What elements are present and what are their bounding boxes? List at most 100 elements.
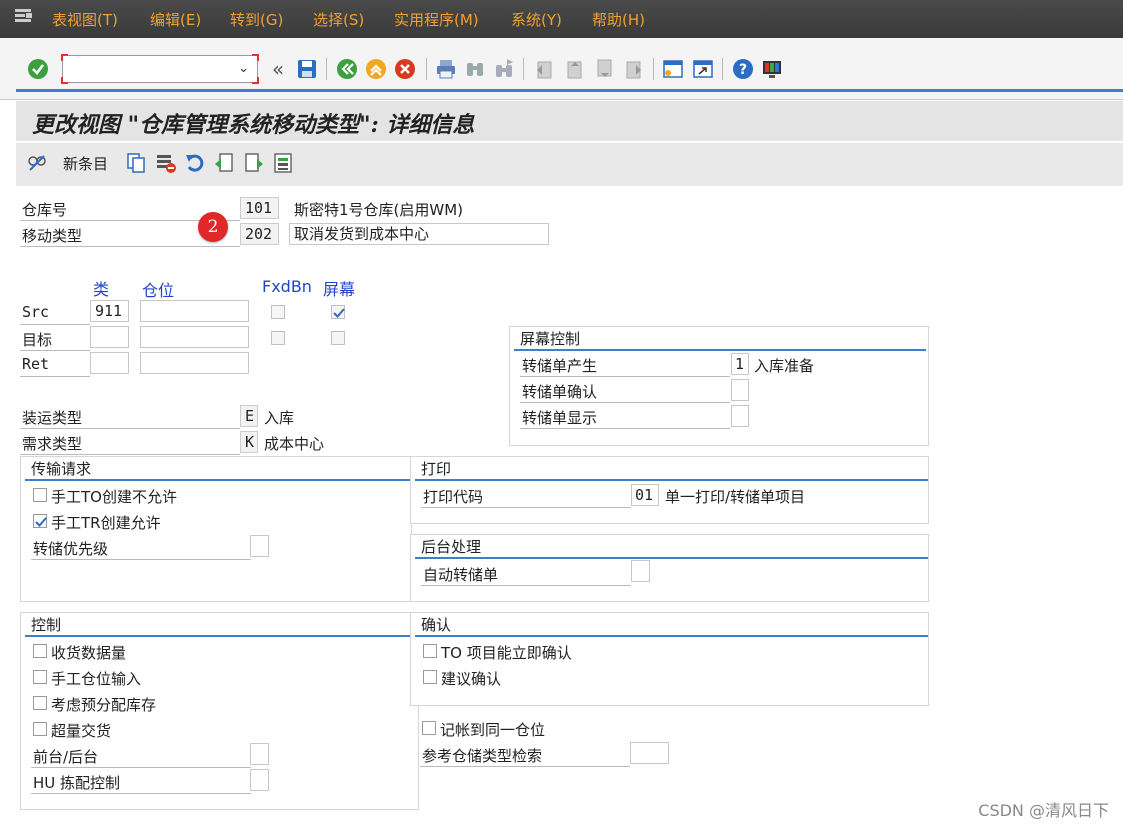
menu-selection[interactable]: 选择(S) [313,9,364,30]
collapse-icon[interactable]: « [266,57,290,81]
reference-storage-type-field[interactable] [630,742,669,764]
movement-type-field: 202 [240,223,279,245]
over-delivery-label: 超量交货 [51,722,112,740]
print-group: 打印 打印代码 01 单一打印/转储单项目 [410,456,929,524]
requirement-type-description: 成本中心 [264,435,325,453]
menu-toggle-icon[interactable] [14,8,34,24]
customize-layout-icon[interactable] [760,57,784,81]
transfer-priority-field[interactable] [250,535,269,557]
title-bar: 更改视图 "仓库管理系统移动类型": 详细信息 [16,101,1123,141]
command-field[interactable]: ⌄ [61,54,259,84]
application-toolbar: 新条目 [16,143,1123,186]
hu-picking-control-field[interactable] [250,769,269,791]
menu-help[interactable]: 帮助(H) [592,9,645,30]
movement-type-label: 移动类型 [22,227,83,245]
exit-icon[interactable] [364,57,388,81]
to-creation-description: 入库准备 [754,357,815,375]
shipment-type-description: 入库 [264,409,295,427]
return-bin-field[interactable] [140,352,249,374]
shipment-type-field: E [240,405,258,427]
last-page-icon[interactable] [622,57,646,81]
immediate-confirm-checkbox[interactable] [423,644,437,658]
destination-screen-checkbox [331,331,345,345]
back-icon[interactable] [335,57,359,81]
enter-icon[interactable] [26,57,50,81]
menu-goto[interactable]: 转到(G) [230,9,283,30]
cancel-icon[interactable] [393,57,417,81]
svg-text:?: ? [739,62,747,78]
menu-edit[interactable]: 编辑(E) [150,9,201,30]
menu-system[interactable]: 系统(Y) [511,9,562,30]
source-type-field[interactable]: 911 [90,300,129,322]
post-same-bin-checkbox[interactable] [422,721,436,735]
to-confirmation-label: 转储单确认 [522,383,598,401]
return-type-field[interactable] [90,352,129,374]
previous-page-icon[interactable] [562,57,586,81]
manual-tr-allowed-checkbox[interactable] [33,514,47,528]
destination-type-field[interactable] [90,326,129,348]
source-bin-field[interactable] [140,300,249,322]
manual-tr-allowed-label: 手工TR创建允许 [51,514,161,532]
to-confirmation-field[interactable] [731,379,749,401]
auto-to-label: 自动转储单 [423,566,499,584]
row-label-return: Ret [22,355,50,373]
gr-data-quantity-checkbox[interactable] [33,644,47,658]
movement-type-description-field[interactable]: 取消发货到成本中心 [289,223,549,245]
warehouse-description: 斯密特1号仓库(启用WM) [294,201,464,219]
find-icon[interactable] [463,57,487,81]
previous-entry-icon[interactable] [213,152,235,174]
print-icon[interactable] [434,57,458,81]
menu-utilities[interactable]: 实用程序(M) [394,9,479,30]
manual-to-not-allowed-checkbox[interactable] [33,488,47,502]
source-screen-checkbox [331,305,345,319]
background-processing-title: 后台处理 [421,538,482,556]
over-delivery-checkbox[interactable] [33,722,47,736]
auto-to-field[interactable] [631,560,650,582]
copy-icon[interactable] [125,152,147,174]
preallocated-stock-checkbox[interactable] [33,696,47,710]
print-code-description: 单一打印/转储单项目 [665,488,806,506]
to-display-field[interactable] [731,405,749,427]
propose-confirm-checkbox[interactable] [423,670,437,684]
toolbar-divider [16,89,1123,92]
next-page-icon[interactable] [592,57,616,81]
new-session-icon[interactable] [661,57,685,81]
print-code-field[interactable]: 01 [631,484,659,506]
column-header-type: 类 [93,280,110,299]
print-title: 打印 [421,460,452,478]
menu-table-view[interactable]: 表视图(T) [52,9,118,30]
control-title: 控制 [31,616,62,634]
select-all-icon[interactable] [272,152,294,174]
display-change-icon[interactable] [26,152,48,174]
gr-data-quantity-label: 收货数据量 [51,644,127,662]
requirement-type-label: 需求类型 [22,435,83,453]
transfer-priority-label: 转储优先级 [33,540,109,558]
manual-bin-input-label: 手工仓位输入 [51,670,142,688]
first-page-icon[interactable] [532,57,556,81]
foreground-background-field[interactable] [250,743,269,765]
manual-bin-input-checkbox[interactable] [33,670,47,684]
destination-bin-field[interactable] [140,326,249,348]
page-title: 更改视图 "仓库管理系统移动类型": 详细信息 [32,112,475,138]
manual-to-not-allowed-label: 手工TO创建不允许 [51,488,177,506]
warehouse-label: 仓库号 [22,201,68,219]
control-group: 控制 收货数据量 手工仓位输入 考虑预分配库存 超量交货 前台/后台 HU 拣配… [20,612,419,810]
delete-icon[interactable] [155,152,177,174]
to-creation-field[interactable]: 1 [731,353,749,375]
save-icon[interactable] [295,57,319,81]
undo-icon[interactable] [184,152,206,174]
shortcut-icon[interactable] [691,57,715,81]
confirmation-title: 确认 [421,616,452,634]
help-icon[interactable]: ? [731,57,755,81]
find-next-icon[interactable] [492,57,516,81]
foreground-background-label: 前台/后台 [33,748,99,766]
next-entry-icon[interactable] [243,152,265,174]
transfer-request-group: 传输请求 手工TO创建不允许 手工TR创建允许 转储优先级 [20,456,412,602]
column-header-bin: 仓位 [142,281,175,300]
new-entries-button[interactable]: 新条目 [63,153,108,174]
post-same-bin-label: 记帐到同一仓位 [440,721,546,739]
row-label-source: Src [22,303,50,321]
chevron-down-icon[interactable]: ⌄ [238,61,249,76]
column-header-fxdbn: FxdBn [262,277,312,296]
shipment-type-label: 装运类型 [22,409,83,427]
